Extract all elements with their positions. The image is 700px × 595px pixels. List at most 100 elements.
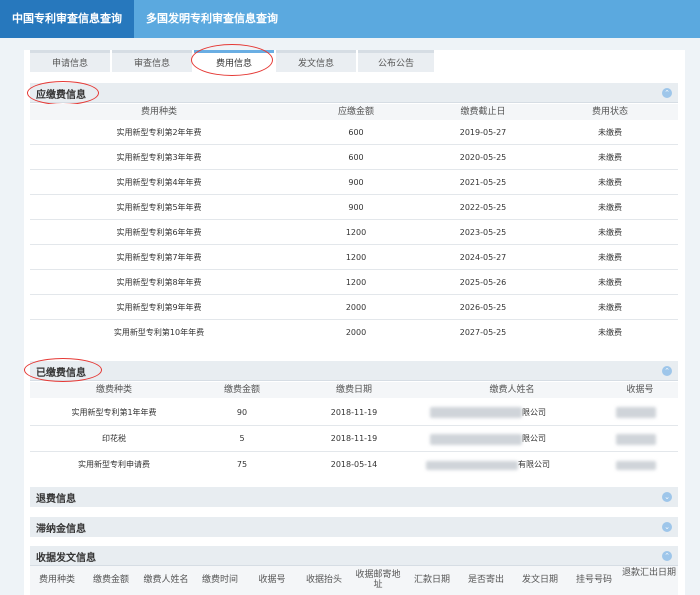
fee-deadline: 2021-05-25 bbox=[459, 178, 507, 187]
column-header: 汇款日期 bbox=[413, 575, 450, 585]
payer-name-suffix: 限公司 bbox=[522, 434, 546, 443]
paid-fee-type: 实用新型专利第1年年费 bbox=[71, 408, 157, 417]
fee-type: 实用新型专利第6年年费 bbox=[116, 228, 202, 237]
column-header: 应缴金额 bbox=[337, 107, 374, 117]
fee-status: 未缴费 bbox=[598, 303, 622, 312]
section-title: 退费信息 bbox=[36, 494, 76, 505]
column-header: 发文日期 bbox=[521, 575, 558, 585]
fee-deadline: 2023-05-25 bbox=[459, 228, 507, 237]
tab-examination-info[interactable]: 审查信息 bbox=[112, 50, 192, 72]
column-header: 是否寄出 bbox=[467, 575, 504, 585]
section-header-refund[interactable]: 退费信息 ⌄ bbox=[30, 487, 678, 507]
tab-dispatch-info[interactable]: 发文信息 bbox=[276, 50, 356, 72]
fee-deadline: 2020-05-25 bbox=[459, 153, 507, 162]
payer-name-suffix: 限公司 bbox=[522, 408, 546, 417]
fee-type: 实用新型专利第9年年费 bbox=[116, 303, 202, 312]
fee-status: 未缴费 bbox=[598, 228, 622, 237]
section-header-late-fee[interactable]: 滞纳金信息 ⌄ bbox=[30, 517, 678, 537]
fee-amount: 900 bbox=[348, 178, 364, 187]
redacted-receipt-number bbox=[616, 407, 656, 418]
redacted-payer-name bbox=[430, 434, 522, 445]
fee-deadline: 2019-05-27 bbox=[459, 128, 507, 137]
fee-amount: 600 bbox=[348, 153, 364, 162]
table-row: 实用新型专利第2年年费 600 2019-05-27 未缴费 bbox=[30, 120, 678, 145]
fee-amount: 2000 bbox=[345, 328, 367, 337]
highlight-oval bbox=[27, 81, 99, 105]
column-header: 缴费人姓名 bbox=[489, 385, 535, 395]
table-row: 实用新型专利第10年年费 2000 2027-05-25 未缴费 bbox=[30, 320, 678, 345]
collapse-icon[interactable]: ⌃ bbox=[662, 88, 672, 98]
section-header-receipt[interactable]: 收据发文信息 ⌃ bbox=[30, 546, 678, 566]
collapse-icon[interactable]: ⌃ bbox=[662, 551, 672, 561]
highlight-oval bbox=[191, 44, 273, 76]
fee-type: 实用新型专利第5年年费 bbox=[116, 203, 202, 212]
column-header: 退款汇出日期 bbox=[622, 568, 677, 578]
paid-fee-type: 实用新型专利申请费 bbox=[78, 460, 150, 469]
fee-deadline: 2027-05-25 bbox=[459, 328, 507, 337]
tab-publication-info[interactable]: 公布公告 bbox=[358, 50, 434, 72]
fee-status: 未缴费 bbox=[598, 128, 622, 137]
tab-application-info[interactable]: 申请信息 bbox=[30, 50, 110, 72]
fee-amount: 1200 bbox=[345, 228, 367, 237]
nav-china-patent-query[interactable]: 中国专利审查信息查询 bbox=[0, 0, 134, 38]
table-header: 费用种类 应缴金额 缴费截止日 费用状态 bbox=[30, 104, 678, 120]
receipt-table: 费用种类 缴费金额 缴费人姓名 缴费时间 收据号 收据抬头 收据邮寄地址 汇款日… bbox=[30, 566, 678, 595]
redacted-payer-name bbox=[426, 461, 518, 470]
expand-icon[interactable]: ⌄ bbox=[662, 522, 672, 532]
fee-amount: 900 bbox=[348, 203, 364, 212]
fee-status: 未缴费 bbox=[598, 253, 622, 262]
fee-type: 实用新型专利第8年年费 bbox=[116, 278, 202, 287]
payer-name-suffix: 有限公司 bbox=[518, 460, 550, 469]
fee-paid-table: 缴费种类 缴费金额 缴费日期 缴费人姓名 收据号 实用新型专利第1年年费 90 … bbox=[30, 382, 678, 478]
paid-amount: 75 bbox=[236, 460, 248, 469]
fee-amount: 1200 bbox=[345, 278, 367, 287]
fee-deadline: 2026-05-25 bbox=[459, 303, 507, 312]
paid-amount: 5 bbox=[239, 434, 245, 443]
column-header: 缴费时间 bbox=[201, 575, 238, 585]
paid-date: 2018-11-19 bbox=[330, 434, 378, 443]
collapse-icon[interactable]: ⌃ bbox=[662, 366, 672, 376]
nav-multi-country-query[interactable]: 多国发明专利审查信息查询 bbox=[134, 0, 304, 38]
table-row: 实用新型专利第5年年费 900 2022-05-25 未缴费 bbox=[30, 195, 678, 220]
fee-due-table: 费用种类 应缴金额 缴费截止日 费用状态 实用新型专利第2年年费 600 201… bbox=[30, 104, 678, 340]
section-title: 收据发文信息 bbox=[36, 553, 96, 564]
expand-icon[interactable]: ⌄ bbox=[662, 492, 672, 502]
table-row: 实用新型专利第4年年费 900 2021-05-25 未缴费 bbox=[30, 170, 678, 195]
column-header: 收据号 bbox=[258, 575, 286, 585]
fee-amount: 2000 bbox=[345, 303, 367, 312]
fee-status: 未缴费 bbox=[598, 328, 622, 337]
column-header: 缴费金额 bbox=[92, 575, 129, 585]
fee-type: 实用新型专利第2年年费 bbox=[116, 128, 202, 137]
column-header: 缴费人姓名 bbox=[143, 575, 189, 585]
table-header: 缴费种类 缴费金额 缴费日期 缴费人姓名 收据号 bbox=[30, 382, 678, 398]
column-header: 收据号 bbox=[626, 385, 654, 395]
table-row: 实用新型专利第3年年费 600 2020-05-25 未缴费 bbox=[30, 145, 678, 170]
fee-deadline: 2025-05-26 bbox=[459, 278, 507, 287]
column-header: 费用状态 bbox=[591, 107, 628, 117]
highlight-oval bbox=[24, 358, 102, 382]
column-header: 缴费日期 bbox=[335, 385, 372, 395]
section-header-fee-due[interactable]: 应缴费信息 ⌃ bbox=[30, 83, 678, 103]
column-header: 收据邮寄地址 bbox=[355, 570, 401, 590]
column-header: 挂号号码 bbox=[575, 575, 612, 585]
section-title: 滞纳金信息 bbox=[36, 524, 86, 535]
section-header-fee-paid[interactable]: 已缴费信息 ⌃ bbox=[30, 361, 678, 381]
table-header: 费用种类 缴费金额 缴费人姓名 缴费时间 收据号 收据抬头 收据邮寄地址 汇款日… bbox=[30, 566, 678, 595]
column-header: 缴费截止日 bbox=[460, 107, 506, 117]
redacted-receipt-number bbox=[616, 461, 656, 470]
column-header: 缴费金额 bbox=[223, 385, 260, 395]
redacted-payer-name bbox=[430, 407, 522, 418]
table-row: 实用新型专利第9年年费 2000 2026-05-25 未缴费 bbox=[30, 295, 678, 320]
table-row: 实用新型专利第6年年费 1200 2023-05-25 未缴费 bbox=[30, 220, 678, 245]
table-row: 实用新型专利申请费 75 2018-05-14 有限公司 bbox=[30, 452, 678, 478]
top-nav-bar: 中国专利审查信息查询 多国发明专利审查信息查询 bbox=[0, 0, 700, 38]
fee-status: 未缴费 bbox=[598, 153, 622, 162]
column-header: 费用种类 bbox=[38, 575, 75, 585]
fee-status: 未缴费 bbox=[598, 203, 622, 212]
fee-status: 未缴费 bbox=[598, 278, 622, 287]
table-row: 实用新型专利第7年年费 1200 2024-05-27 未缴费 bbox=[30, 245, 678, 270]
paid-date: 2018-11-19 bbox=[330, 408, 378, 417]
fee-deadline: 2024-05-27 bbox=[459, 253, 507, 262]
column-header: 收据抬头 bbox=[305, 575, 342, 585]
content-panel: 申请信息 审查信息 费用信息 发文信息 公布公告 应缴费信息 ⌃ 费用种类 应缴… bbox=[24, 44, 685, 595]
